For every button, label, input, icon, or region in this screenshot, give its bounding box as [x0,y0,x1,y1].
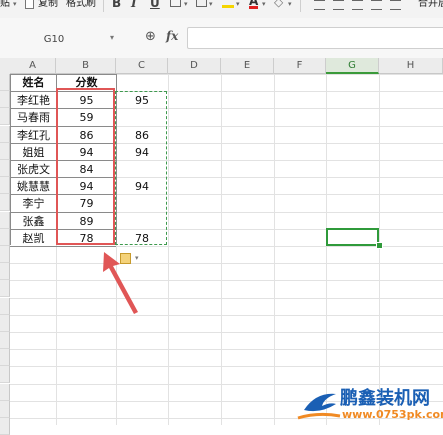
bold-icon[interactable]: B [112,0,121,10]
fill-handle[interactable] [376,242,383,249]
font-color-dropdown-icon[interactable]: ▾ [262,0,266,8]
toolbar-divider [300,0,301,12]
fx-icon[interactable]: fx [166,29,178,43]
row-header[interactable] [0,263,10,280]
gridline-horizontal [10,263,443,264]
row-header[interactable] [0,74,10,91]
watermark-title: 鹏鑫装机网 [340,388,430,409]
row-header[interactable] [0,212,10,229]
row-header[interactable] [0,143,10,160]
align-center-icon[interactable] [333,0,344,10]
ribbon-toolbar: 贴 ▾ 复制 格式刷 B I U ▾ ▾ ▾ A ▾ ◇ ▾ 合并居 [0,0,443,19]
pointer-arrow [103,252,138,314]
formula-input[interactable] [187,27,443,49]
row-header[interactable] [0,91,10,108]
row-header[interactable] [0,384,10,401]
fill-format-dropdown-icon[interactable]: ▾ [209,0,213,8]
justify-icon[interactable] [371,0,382,10]
paste-button[interactable]: 贴 [0,0,10,10]
copy-icon [25,0,34,9]
row-header[interactable] [0,315,10,332]
column-header-c[interactable]: C [116,58,168,74]
fill-color-dropdown-icon[interactable]: ▾ [236,0,240,8]
name-box-dropdown-icon[interactable]: ▾ [110,33,114,42]
column-header-g[interactable]: G [326,58,379,74]
name-cell[interactable]: 马春雨 [11,109,56,126]
paste-dropdown-icon[interactable]: ▾ [13,0,17,8]
clear-format-icon[interactable]: ◇ [274,0,283,9]
clear-dropdown-icon[interactable]: ▾ [288,0,292,8]
copy-button[interactable]: 复制 [38,0,58,10]
underline-icon[interactable]: U [150,0,160,10]
row-header[interactable] [0,418,10,435]
align-left-icon[interactable] [314,0,325,10]
copy-marquee [115,91,167,245]
gridline-horizontal [10,332,443,333]
name-cell[interactable]: 姚慧慧 [11,178,56,195]
toolbar-divider [103,0,104,12]
row-header[interactable] [0,366,10,383]
border-icon[interactable] [170,0,181,7]
highlight-box [56,88,115,245]
align-right-icon[interactable] [352,0,363,10]
name-cell[interactable]: 李红孔 [11,127,56,144]
row-header[interactable] [0,280,10,297]
column-header-e[interactable]: E [221,58,274,74]
column-header-h[interactable]: H [379,58,443,74]
border-dropdown-icon[interactable]: ▾ [184,0,188,8]
italic-icon[interactable]: I [131,0,137,10]
gridline-horizontal [10,280,443,281]
column-header-a[interactable]: A [10,58,56,74]
row-header[interactable] [0,246,10,263]
watermark-url: www.0753pk.com [342,408,443,421]
row-header[interactable] [0,160,10,177]
row-header[interactable] [0,349,10,366]
name-cell[interactable]: 李宁 [11,195,56,212]
gridline-horizontal [10,298,443,299]
gridline-horizontal [10,315,443,316]
gridline-horizontal [10,349,443,350]
column-header-d[interactable]: D [168,58,221,74]
row-header[interactable] [0,229,10,246]
column-header-b[interactable]: B [56,58,116,74]
name-cell[interactable]: 姐姐 [11,144,56,161]
column-header-f[interactable]: F [274,58,326,74]
distribute-icon[interactable] [390,0,401,10]
gridline-horizontal [10,366,443,367]
row-header[interactable] [0,108,10,125]
row-header[interactable] [0,126,10,143]
fill-format-icon[interactable] [196,0,207,7]
active-cell-g10[interactable] [326,228,379,246]
row-header[interactable] [0,194,10,211]
header-cell-name[interactable]: 姓名 [11,74,56,91]
row-header[interactable] [0,332,10,349]
name-cell[interactable]: 李红艳 [11,92,56,109]
row-header[interactable] [0,298,10,315]
name-box[interactable]: G10 [0,32,108,48]
fill-color-icon[interactable] [222,0,234,8]
font-color-icon[interactable]: A [249,0,259,9]
row-header[interactable] [0,177,10,194]
name-cell[interactable]: 张鑫 [11,213,56,230]
merge-center-button[interactable]: 合并居 [418,0,443,10]
name-cell[interactable]: 赵凯 [11,230,56,247]
format-painter-button[interactable]: 格式刷 [66,0,96,10]
name-cell[interactable]: 张虎文 [11,161,56,178]
zoom-icon[interactable]: ⊕ [145,29,156,44]
row-header[interactable] [0,401,10,418]
